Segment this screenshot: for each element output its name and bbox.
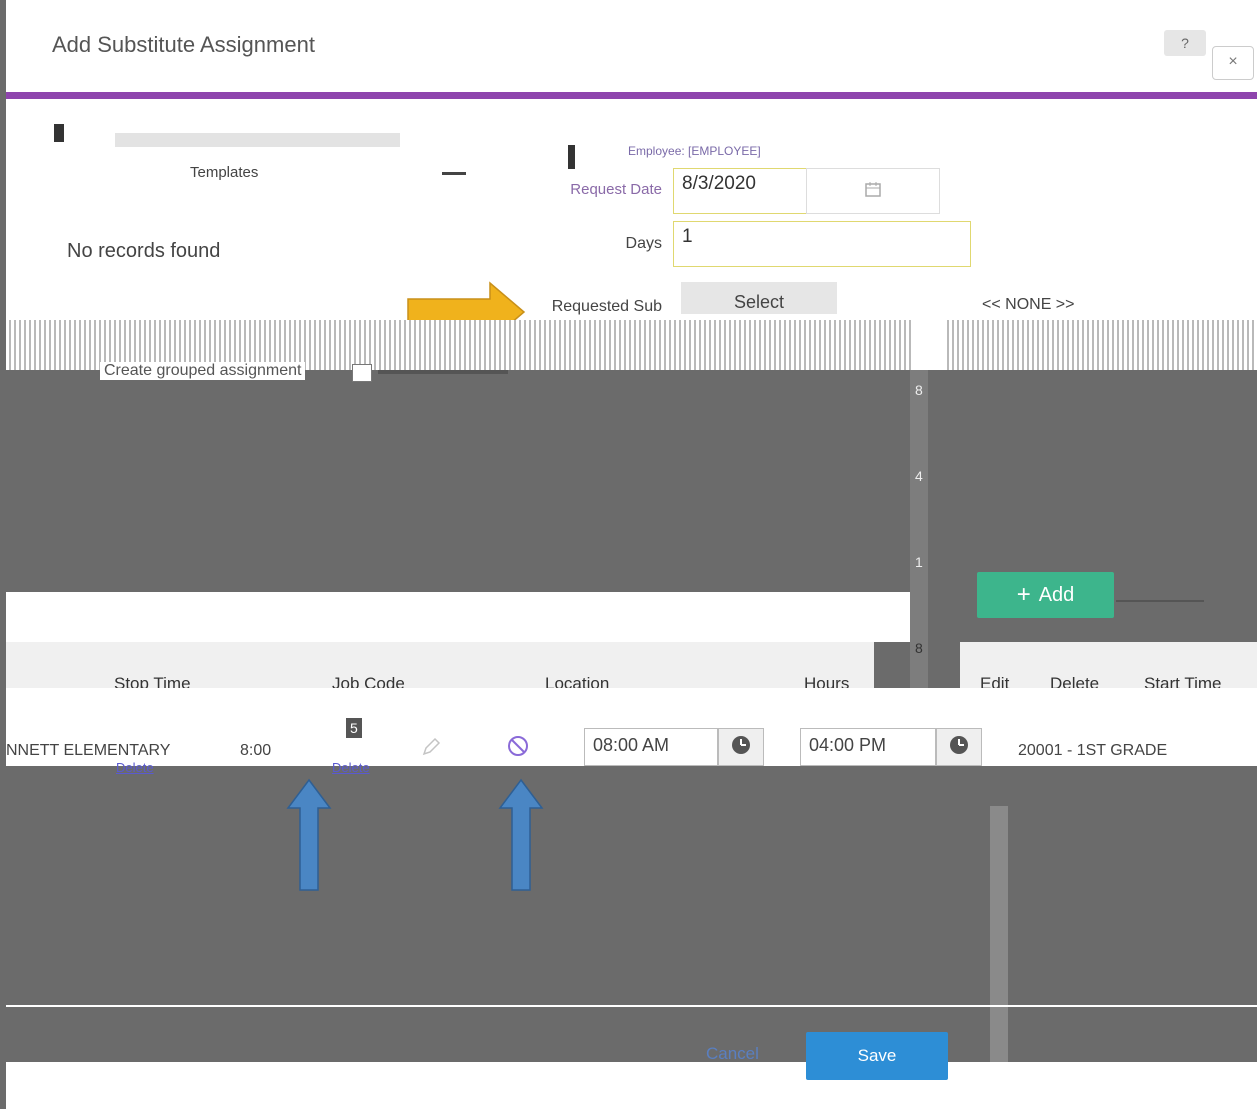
ban-icon[interactable]	[506, 734, 530, 763]
vertical-scroll-strip	[990, 806, 1008, 1106]
grouped-assignment-checkbox[interactable]	[352, 364, 372, 382]
days-input[interactable]: 1	[673, 221, 971, 267]
close-button[interactable]: ×	[1212, 46, 1254, 80]
row-number-badge: 5	[346, 718, 362, 738]
row-delete-link-2[interactable]: Delete	[332, 760, 370, 775]
dialog-title: Add Substitute Assignment	[52, 32, 315, 57]
side-number: 4	[915, 468, 923, 484]
row-stop-time: 8:00	[240, 742, 272, 759]
plus-icon: +	[1016, 581, 1031, 608]
clock-icon	[948, 734, 970, 761]
templates-label: Templates	[190, 164, 259, 181]
start-time-clock-button[interactable]	[718, 728, 764, 766]
end-time-input[interactable]: 04:00 PM	[800, 728, 936, 766]
add-button-label: Add	[1038, 583, 1075, 606]
templates-collapse-dash[interactable]	[442, 172, 466, 175]
blue-arrow-annotation	[286, 778, 332, 897]
row-job-code: 20001 - 1ST GRADE	[1018, 742, 1168, 759]
request-date-label: Request Date	[570, 181, 662, 198]
side-number: 1	[915, 554, 923, 570]
days-label: Days	[625, 235, 662, 252]
end-time-clock-button[interactable]	[936, 728, 982, 766]
form-marker	[568, 145, 575, 169]
blank-band	[6, 592, 910, 642]
requested-sub-value: << NONE >>	[982, 296, 1075, 313]
footer-divider	[6, 1005, 1257, 1007]
hatched-band-right	[944, 320, 1257, 370]
cancel-button[interactable]: Cancel	[706, 1044, 759, 1064]
side-number: 8	[915, 640, 923, 656]
select-sub-button[interactable]: Select	[681, 282, 837, 314]
grouped-underline	[378, 370, 508, 374]
accent-bar	[6, 92, 1257, 99]
save-button[interactable]: Save	[806, 1032, 948, 1080]
blue-arrow-annotation	[498, 778, 544, 897]
start-time-input[interactable]: 08:00 AM	[584, 728, 718, 766]
add-button[interactable]: + Add	[977, 572, 1114, 618]
panel-marker	[54, 124, 64, 142]
add-underline	[1116, 600, 1204, 602]
requested-sub-label: Requested Sub	[551, 298, 662, 315]
employee-info: Employee: [EMPLOYEE]	[628, 144, 761, 158]
calendar-button[interactable]	[806, 168, 940, 214]
calendar-icon	[864, 180, 882, 203]
grouped-assignment-label: Create grouped assignment	[100, 362, 306, 380]
footer-band	[6, 1062, 1257, 1109]
request-date-input[interactable]: 8/3/2020	[673, 168, 809, 214]
side-number: 8	[915, 382, 923, 398]
pencil-icon[interactable]	[420, 736, 442, 763]
help-button[interactable]: ?	[1164, 30, 1206, 56]
no-records-text: No records found	[67, 240, 221, 262]
row-delete-link[interactable]: Delete	[116, 760, 154, 775]
clock-icon	[730, 734, 752, 761]
row-location: NNETT ELEMENTARY	[6, 742, 171, 759]
template-search-strip[interactable]	[115, 133, 400, 147]
